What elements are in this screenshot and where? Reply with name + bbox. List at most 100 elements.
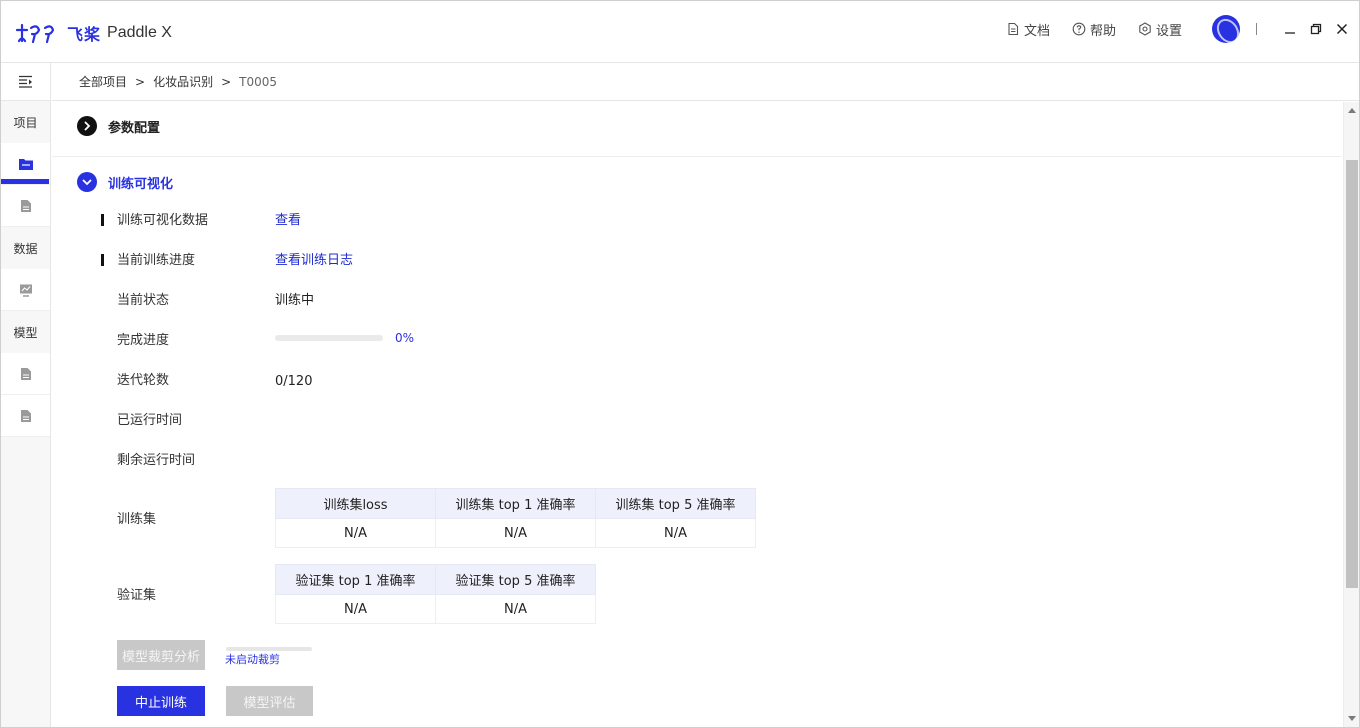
window-controls-separator <box>1256 23 1257 35</box>
val-set-label: 验证集 <box>117 588 157 603</box>
close-button[interactable] <box>1335 22 1349 36</box>
docs-label: 文档 <box>1023 23 1050 39</box>
file-icon <box>20 367 31 380</box>
training-progress-row: 当前训练进度 查看训练日志 <box>117 248 353 268</box>
row-marker <box>101 254 104 266</box>
logo-text-cn: 飞桨 <box>67 25 102 44</box>
sidebar: 项目 数据 模型 <box>1 63 51 727</box>
table-row: N/A N/A N/A <box>275 518 756 548</box>
minimize-icon <box>1285 32 1295 34</box>
document-icon <box>1008 22 1019 36</box>
table-header-cell: 训练集 top 5 准确率 <box>595 488 756 519</box>
header-actions: 文档 帮助 设置 <box>1006 13 1349 45</box>
table-header-cell: 训练集loss <box>275 488 436 519</box>
view-viz-data-link[interactable]: 查看 <box>275 209 301 228</box>
status-value: 训练中 <box>275 292 315 308</box>
data-chart-icon <box>19 284 32 297</box>
sidebar-item-data[interactable] <box>1 269 50 311</box>
sidebar-label-model: 模型 <box>13 325 38 340</box>
table-header-cell: 验证集 top 5 准确率 <box>435 564 596 595</box>
avatar[interactable] <box>1212 15 1240 43</box>
table-row: N/A N/A <box>275 594 596 624</box>
restore-button[interactable] <box>1309 22 1323 36</box>
table-header-cell: 验证集 top 1 准确率 <box>275 564 436 595</box>
sidebar-label-data: 数据 <box>13 241 38 256</box>
folder-icon <box>18 158 33 170</box>
scroll-down-icon[interactable] <box>1348 716 1356 721</box>
status-label: 当前状态 <box>117 292 170 308</box>
epochs-row: 迭代轮数 0/120 <box>117 371 312 391</box>
elapsed-label: 已运行时间 <box>117 412 183 428</box>
model-prune-analysis-button[interactable]: 模型裁剪分析 <box>117 640 205 670</box>
breadcrumb-item-all-projects[interactable]: 全部项目 <box>79 73 127 90</box>
sidebar-item-project[interactable] <box>1 143 50 185</box>
status-row: 当前状态 训练中 <box>117 288 314 308</box>
sidebar-item-file[interactable] <box>1 185 50 227</box>
restore-icon <box>1310 23 1322 35</box>
sidebar-item-model-1[interactable] <box>1 353 50 395</box>
vertical-scrollbar[interactable] <box>1343 102 1359 727</box>
title-bar: 飞桨 Paddle X 文档 帮助 设置 <box>1 1 1359 63</box>
viz-data-label: 训练可视化数据 <box>117 212 209 228</box>
table-cell: N/A <box>435 594 596 624</box>
model-evaluate-button[interactable]: 模型评估 <box>226 686 313 716</box>
elapsed-row: 已运行时间 <box>117 408 275 428</box>
help-icon <box>1072 22 1086 36</box>
stop-training-button[interactable]: 中止训练 <box>117 686 205 716</box>
row-marker <box>101 214 104 226</box>
settings-icon <box>1139 22 1151 36</box>
paddle-logo-icon <box>15 23 55 44</box>
table-cell: N/A <box>595 518 756 548</box>
logo: 飞桨 Paddle X <box>15 21 172 45</box>
table-header-row: 验证集 top 1 准确率 验证集 top 5 准确率 <box>275 564 596 595</box>
menu-collapse-icon <box>18 75 32 88</box>
sidebar-label-project: 项目 <box>13 115 38 130</box>
table-header-row: 训练集loss 训练集 top 1 准确率 训练集 top 5 准确率 <box>275 488 756 519</box>
prune-status-text: 未启动裁剪 <box>225 653 280 666</box>
completion-row: 完成进度 0% <box>117 328 414 348</box>
section-divider <box>52 156 1342 157</box>
chevron-right-icon <box>77 116 97 136</box>
sidebar-toggle[interactable] <box>1 63 50 101</box>
help-link[interactable]: 帮助 <box>1072 20 1116 39</box>
minimize-button[interactable] <box>1283 22 1297 36</box>
main-content: 参数配置 训练可视化 训练可视化数据 查看 当前训练进度 查看训练日志 当前状态… <box>52 102 1342 727</box>
completion-label: 完成进度 <box>117 332 170 348</box>
scroll-up-icon[interactable] <box>1348 108 1356 113</box>
file-icon <box>20 409 31 422</box>
viz-data-row: 训练可视化数据 查看 <box>117 208 301 228</box>
table-cell: N/A <box>275 594 436 624</box>
training-progress-label: 当前训练进度 <box>117 252 196 268</box>
val-metrics-table: 验证集 top 1 准确率 验证集 top 5 准确率 N/A N/A <box>275 564 596 624</box>
completion-progress-bar <box>275 335 383 341</box>
breadcrumb: 全部项目 > 化妆品识别 > T0005 <box>52 63 1359 101</box>
train-set-label: 训练集 <box>117 512 157 527</box>
close-icon <box>1336 23 1348 35</box>
params-section-header[interactable]: 参数配置 <box>77 116 160 136</box>
help-label: 帮助 <box>1089 23 1116 39</box>
table-cell: N/A <box>435 518 596 548</box>
view-training-log-link[interactable]: 查看训练日志 <box>275 249 353 268</box>
viz-section-header[interactable]: 训练可视化 <box>77 172 173 192</box>
table-cell: N/A <box>275 518 436 548</box>
epochs-value: 0/120 <box>275 373 313 389</box>
logo-text-en: Paddle X <box>107 24 172 41</box>
scroll-thumb[interactable] <box>1346 160 1358 588</box>
breadcrumb-separator: > <box>221 74 232 89</box>
remaining-label: 剩余运行时间 <box>117 452 196 468</box>
sidebar-item-model-2[interactable] <box>1 395 50 437</box>
table-header-cell: 训练集 top 1 准确率 <box>435 488 596 519</box>
file-icon <box>20 199 31 212</box>
train-metrics-table: 训练集loss 训练集 top 1 准确率 训练集 top 5 准确率 N/A … <box>275 488 756 548</box>
viz-section-title: 训练可视化 <box>108 176 174 192</box>
app-window: 飞桨 Paddle X 文档 帮助 设置 项目 数据 模型 全部项目 > 化妆品… <box>0 0 1360 728</box>
docs-link[interactable]: 文档 <box>1006 20 1050 39</box>
breadcrumb-item-task: T0005 <box>239 74 278 89</box>
settings-link[interactable]: 设置 <box>1138 20 1182 39</box>
params-section-title: 参数配置 <box>108 120 161 136</box>
remaining-row: 剩余运行时间 <box>117 448 275 468</box>
chevron-down-icon <box>77 172 97 192</box>
breadcrumb-item-project[interactable]: 化妆品识别 <box>153 73 213 90</box>
epochs-label: 迭代轮数 <box>117 372 170 388</box>
completion-percent: 0% <box>395 331 415 345</box>
